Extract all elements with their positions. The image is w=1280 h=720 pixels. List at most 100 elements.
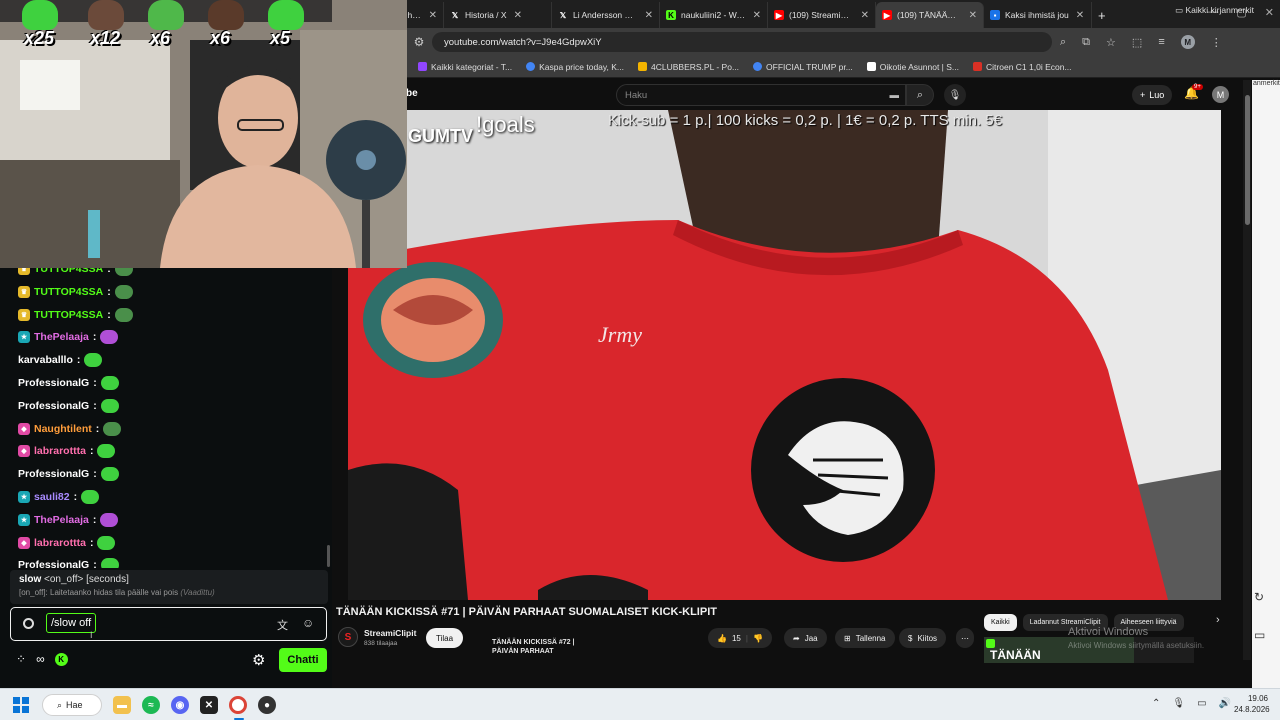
- browser-tab-active[interactable]: ▶ (109) TÄNÄÄN KI ✕: [876, 2, 984, 28]
- chat-message[interactable]: ♛ TUTTOP4SSA:: [18, 282, 133, 302]
- page-scrollbar-thumb[interactable]: [1245, 95, 1250, 225]
- chat-message[interactable]: ◆ labrarottta:: [18, 441, 116, 461]
- chat-input[interactable]: /slow off: [46, 613, 97, 633]
- subscriber-badge-icon[interactable]: ★: [18, 331, 30, 344]
- vip-badge-icon[interactable]: ◆: [18, 422, 30, 435]
- network-icon[interactable]: ▭: [1197, 698, 1206, 709]
- browser-tab[interactable]: ▪ Kaksi ihmistä jou ✕: [984, 2, 1092, 28]
- chat-message[interactable]: ★ ThePelaaja:: [18, 510, 119, 530]
- close-icon[interactable]: ✕: [753, 10, 761, 21]
- like-button[interactable]: 👍 15 | 👎: [708, 628, 772, 648]
- chat-emote-icon[interactable]: [84, 353, 103, 368]
- chat-message[interactable]: ProfessionalG:: [18, 373, 119, 393]
- kick-logo-icon[interactable]: K: [54, 652, 68, 666]
- chat-username[interactable]: ThePelaaja: [34, 514, 89, 526]
- close-icon[interactable]: ✕: [861, 10, 869, 21]
- gift-badge-icon[interactable]: ♛: [18, 268, 30, 275]
- chat-emote-icon[interactable]: [100, 467, 119, 482]
- rotate-icon[interactable]: ↻: [1254, 590, 1264, 604]
- screen-icon[interactable]: ▭: [1254, 628, 1265, 642]
- send-chat-button[interactable]: Chatti: [279, 648, 327, 672]
- account-avatar[interactable]: M: [1212, 86, 1229, 103]
- keyboard-icon[interactable]: ▬: [890, 90, 900, 101]
- chat-message[interactable]: ★ ThePelaaja:: [18, 327, 119, 347]
- close-icon[interactable]: ✕: [645, 10, 653, 21]
- youtube-logo[interactable]: be: [406, 88, 418, 99]
- channel-name[interactable]: StreamiClipit: [364, 628, 416, 638]
- chat-emote-icon[interactable]: [97, 535, 116, 550]
- record-icon[interactable]: [23, 618, 34, 629]
- bookmark-item[interactable]: Kaspa price today, K...: [526, 62, 624, 72]
- translate-icon[interactable]: 文: [277, 617, 288, 633]
- chat-message[interactable]: ProfessionalG:: [18, 555, 119, 568]
- chat-username[interactable]: ProfessionalG: [18, 559, 89, 568]
- chat-emote-icon[interactable]: [100, 512, 119, 527]
- menu-icon[interactable]: ⋮: [1211, 36, 1222, 49]
- bookmark-item[interactable]: Citroen C1 1,0i Econ...: [973, 62, 1072, 72]
- profile-avatar[interactable]: M: [1180, 35, 1195, 49]
- share-button[interactable]: ➦ Jaa: [784, 628, 827, 648]
- emoji-icon[interactable]: ☺: [302, 616, 314, 630]
- chat-message[interactable]: ProfessionalG:: [18, 464, 119, 484]
- chat-username[interactable]: sauli82: [34, 491, 70, 503]
- chat-emote-icon[interactable]: [114, 307, 133, 322]
- new-tab-button[interactable]: +: [1092, 2, 1112, 28]
- bookmark-item[interactable]: Oikotie Asunnot | S...: [866, 62, 959, 72]
- thanks-button[interactable]: $ Kiitos: [899, 628, 947, 648]
- chat-message[interactable]: ♛ TUTTOP4SSA:: [18, 268, 133, 279]
- zoom-icon[interactable]: ⌕: [1060, 36, 1066, 49]
- channel-avatar[interactable]: S: [338, 627, 358, 647]
- bookmark-star-icon[interactable]: ☆: [1106, 36, 1116, 49]
- close-icon[interactable]: ✕: [514, 10, 522, 21]
- vip-badge-icon[interactable]: ◆: [18, 445, 30, 458]
- all-bookmarks-folder[interactable]: ▭ Kaikki kirjanmerkit: [1175, 5, 1254, 16]
- obs-icon[interactable]: ●: [258, 696, 276, 714]
- extensions-icon[interactable]: ⬚: [1132, 36, 1142, 49]
- close-window-icon[interactable]: ✕: [1265, 6, 1274, 19]
- browser-tab[interactable]: 𝕏 Li Andersson Xssä ✕: [552, 2, 660, 28]
- close-icon[interactable]: ✕: [1076, 10, 1084, 21]
- subscriber-badge-icon[interactable]: ★: [18, 513, 30, 526]
- gift-badge-icon[interactable]: ♛: [18, 285, 30, 298]
- chat-username[interactable]: TUTTOP4SSA: [34, 309, 103, 321]
- browser-tab[interactable]: Knaukuliini2 - Watch ✕: [660, 2, 768, 28]
- chat-message[interactable]: ◆ Naughtilent:: [18, 419, 122, 439]
- chat-emote-icon[interactable]: [114, 284, 133, 299]
- chat-username[interactable]: ProfessionalG: [18, 400, 89, 412]
- bookmark-item[interactable]: OFFICIAL TRUMP pr...: [753, 62, 853, 72]
- video-player[interactable]: Jrmy !goals Kick-sub = 1 p.| 100 kicks =…: [348, 110, 1221, 600]
- more-actions-button[interactable]: ⋯: [956, 628, 974, 648]
- subscribe-button[interactable]: Tilaa: [426, 628, 464, 648]
- subscriber-badge-icon[interactable]: ★: [18, 491, 30, 503]
- chat-emote-icon[interactable]: [100, 330, 119, 345]
- chat-message[interactable]: karvaballlo:: [18, 350, 103, 370]
- clock[interactable]: 19.06 24.8.2026: [1234, 693, 1270, 715]
- points-icon[interactable]: ⁘: [16, 652, 26, 666]
- save-button[interactable]: ⊞ Tallenna: [835, 628, 895, 648]
- chat-username[interactable]: ProfessionalG: [18, 377, 89, 389]
- xsplit-icon[interactable]: ✕: [200, 696, 218, 714]
- chip-all[interactable]: Kaikki: [984, 614, 1017, 631]
- bookmark-item[interactable]: 4CLUBBERS.PL - Po...: [638, 62, 739, 72]
- search-input[interactable]: Haku ▬: [616, 84, 906, 106]
- chat-username[interactable]: labrarottta: [34, 445, 86, 457]
- recommended-video-title[interactable]: TÄNÄÄN KICKISSÄ #72 | PÄIVÄN PARHAAT: [492, 638, 576, 656]
- chevron-up-icon[interactable]: ⌃: [1152, 698, 1160, 709]
- chat-username[interactable]: TUTTOP4SSA: [34, 268, 103, 275]
- chat-username[interactable]: ThePelaaja: [34, 331, 89, 343]
- chat-message[interactable]: ♛ TUTTOP4SSA:: [18, 305, 133, 325]
- chat-username[interactable]: TUTTOP4SSA: [34, 286, 103, 298]
- chat-message[interactable]: ProfessionalG:: [18, 396, 119, 416]
- thumbs-down-icon[interactable]: 👎: [753, 634, 763, 643]
- url-field[interactable]: youtube.com/watch?v=J9e4GdpwXiY: [432, 32, 1052, 52]
- search-button[interactable]: ⌕: [906, 84, 934, 106]
- infinity-icon[interactable]: ∞: [36, 652, 45, 666]
- browser-tab[interactable]: 𝕏 Historia / X ✕: [444, 2, 552, 28]
- chrome-icon[interactable]: [229, 696, 247, 714]
- spotify-icon[interactable]: ≈: [142, 696, 160, 714]
- windows-start-icon[interactable]: [13, 697, 29, 713]
- chat-emote-icon[interactable]: [97, 444, 116, 459]
- chat-emote-icon[interactable]: [100, 376, 119, 390]
- chat-emote-icon[interactable]: [103, 421, 122, 436]
- chat-emote-icon[interactable]: [100, 558, 119, 568]
